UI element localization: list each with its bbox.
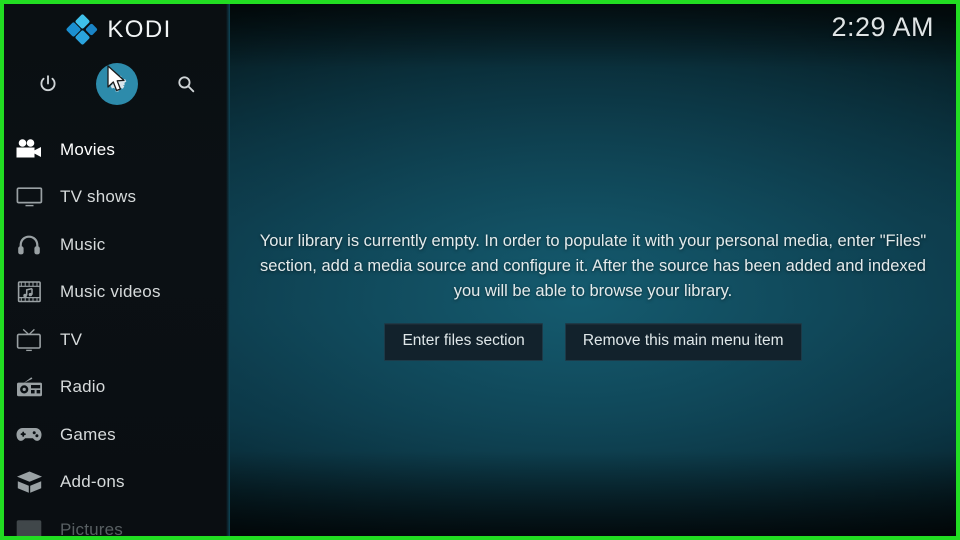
sidebar-item-label: Radio <box>60 377 106 397</box>
sidebar-item-label: TV shows <box>60 187 137 207</box>
television-icon <box>14 184 44 210</box>
action-buttons: Enter files section Remove this main men… <box>384 323 802 361</box>
kodi-logo-icon <box>66 13 99 46</box>
gamepad-icon <box>14 422 44 448</box>
sidebar-item-label: Music <box>60 234 106 254</box>
clock: 2:29 AM <box>831 12 934 42</box>
movie-camera-icon <box>14 137 44 163</box>
sidebar-item-label: TV <box>60 329 83 349</box>
sidebar-item-label: Pictures <box>60 519 124 539</box>
sidebar-item-label: Games <box>60 424 116 444</box>
remove-main-menu-item-button[interactable]: Remove this main menu item <box>564 323 802 361</box>
kodi-stage: KODI Movies TV shows Music Music videos … <box>4 4 956 536</box>
app-logo: KODI <box>4 4 230 56</box>
sidebar-item-add-ons[interactable]: Add-ons <box>4 459 230 507</box>
power-icon <box>37 73 59 95</box>
sidebar-item-music-videos[interactable]: Music videos <box>4 269 230 317</box>
sidebar-item-radio[interactable]: Radio <box>4 364 230 412</box>
sidebar-top-icons <box>4 56 230 112</box>
retro-tv-icon <box>14 327 44 353</box>
sidebar: KODI Movies TV shows Music Music videos … <box>4 4 230 536</box>
gear-icon <box>106 73 128 95</box>
search-icon <box>175 73 197 95</box>
music-film-icon <box>14 279 44 305</box>
empty-library-message: Your library is currently empty. In orde… <box>259 232 927 300</box>
main-content: 2:29 AM Your library is currently empty.… <box>230 4 956 536</box>
search-button[interactable] <box>166 64 206 104</box>
app-name: KODI <box>107 16 172 43</box>
sidebar-item-music[interactable]: Music <box>4 221 230 269</box>
enter-files-section-button[interactable]: Enter files section <box>384 323 543 361</box>
sidebar-item-games[interactable]: Games <box>4 411 230 459</box>
sidebar-item-pictures[interactable]: Pictures <box>4 506 230 539</box>
picture-icon <box>14 517 44 536</box>
sidebar-item-movies[interactable]: Movies <box>4 126 230 174</box>
kodi-window: KODI Movies TV shows Music Music videos … <box>0 0 960 540</box>
radio-icon <box>14 374 44 400</box>
open-box-icon <box>14 469 44 495</box>
sidebar-item-tv-shows[interactable]: TV shows <box>4 174 230 222</box>
empty-library-panel: Your library is currently empty. In orde… <box>230 229 956 361</box>
sidebar-item-label: Add-ons <box>60 472 125 492</box>
sidebar-item-tv[interactable]: TV <box>4 316 230 364</box>
headphones-icon <box>14 232 44 258</box>
sidebar-menu: Movies TV shows Music Music videos TV Ra… <box>4 112 230 539</box>
settings-button[interactable] <box>96 63 138 105</box>
power-button[interactable] <box>28 64 68 104</box>
sidebar-item-label: Music videos <box>60 282 161 302</box>
sidebar-item-label: Movies <box>60 139 116 159</box>
